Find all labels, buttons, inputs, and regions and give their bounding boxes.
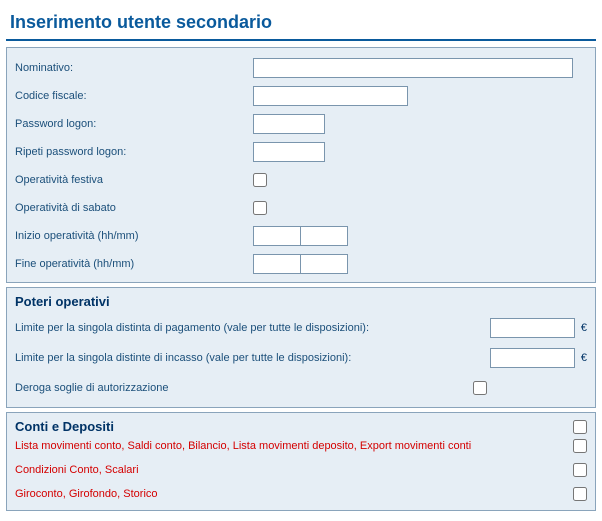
codice-fiscale-input[interactable] bbox=[253, 86, 408, 106]
deroga-checkbox[interactable] bbox=[473, 381, 487, 395]
accounts-row-checkbox[interactable] bbox=[573, 487, 587, 501]
accounts-row-checkbox[interactable] bbox=[573, 439, 587, 453]
accounts-item: Export movimenti conti bbox=[360, 440, 471, 452]
accounts-row-items: Condizioni Conto, Scalari bbox=[15, 464, 573, 476]
page-title: Inserimento utente secondario bbox=[6, 6, 596, 41]
op-festiva-checkbox[interactable] bbox=[253, 173, 267, 187]
accounts-heading: Conti e Depositi bbox=[15, 419, 573, 434]
accounts-item: Lista movimenti deposito bbox=[233, 440, 354, 452]
currency-symbol: € bbox=[575, 352, 587, 364]
accounts-item: Giroconto bbox=[15, 488, 63, 500]
inizio-op-hh-input[interactable] bbox=[253, 226, 301, 246]
accounts-item: Bilancio bbox=[188, 440, 227, 452]
codice-fiscale-label: Codice fiscale: bbox=[15, 86, 253, 106]
accounts-row: Giroconto, Girofondo, Storico bbox=[15, 482, 587, 506]
currency-symbol: € bbox=[575, 322, 587, 334]
fine-op-hh-input[interactable] bbox=[253, 254, 301, 274]
op-sabato-checkbox[interactable] bbox=[253, 201, 267, 215]
password-repeat-input[interactable] bbox=[253, 142, 325, 162]
pay-limit-label: Limite per la singola distinta di pagame… bbox=[15, 322, 490, 334]
fine-op-mm-input[interactable] bbox=[300, 254, 348, 274]
op-festiva-label: Operatività festiva bbox=[15, 170, 253, 190]
accounts-row: Lista movimenti conto, Saldi conto, Bila… bbox=[15, 434, 587, 458]
password-label: Password logon: bbox=[15, 114, 253, 134]
nominativo-label: Nominativo: bbox=[15, 58, 253, 78]
accounts-item: Storico bbox=[123, 488, 157, 500]
password-input[interactable] bbox=[253, 114, 325, 134]
accounts-row-checkbox[interactable] bbox=[573, 463, 587, 477]
accounts-item: Condizioni Conto bbox=[15, 464, 99, 476]
accounts-row: Condizioni Conto, Scalari bbox=[15, 458, 587, 482]
accounts-panel: Conti e Depositi Lista movimenti conto, … bbox=[6, 412, 596, 511]
accounts-item: Saldi conto bbox=[128, 440, 182, 452]
accounts-item: Girofondo bbox=[69, 488, 117, 500]
coll-limit-input[interactable] bbox=[490, 348, 575, 368]
password-repeat-label: Ripeti password logon: bbox=[15, 142, 253, 162]
fine-op-label: Fine operatività (hh/mm) bbox=[15, 254, 253, 274]
user-data-panel: Nominativo: Codice fiscale: Password log… bbox=[6, 47, 596, 283]
accounts-master-checkbox[interactable] bbox=[573, 420, 587, 434]
coll-limit-label: Limite per la singola distinte di incass… bbox=[15, 352, 490, 364]
deroga-label: Deroga soglie di autorizzazione bbox=[15, 382, 473, 394]
powers-panel: Poteri operativi Limite per la singola d… bbox=[6, 287, 596, 408]
accounts-item: Scalari bbox=[105, 464, 139, 476]
accounts-row-items: Lista movimenti conto, Saldi conto, Bila… bbox=[15, 440, 573, 452]
accounts-item: Lista movimenti conto bbox=[15, 440, 121, 452]
op-sabato-label: Operatività di sabato bbox=[15, 198, 253, 218]
inizio-op-mm-input[interactable] bbox=[300, 226, 348, 246]
pay-limit-input[interactable] bbox=[490, 318, 575, 338]
accounts-row-items: Giroconto, Girofondo, Storico bbox=[15, 488, 573, 500]
powers-heading: Poteri operativi bbox=[15, 294, 587, 309]
inizio-op-label: Inizio operatività (hh/mm) bbox=[15, 226, 253, 246]
nominativo-input[interactable] bbox=[253, 58, 573, 78]
